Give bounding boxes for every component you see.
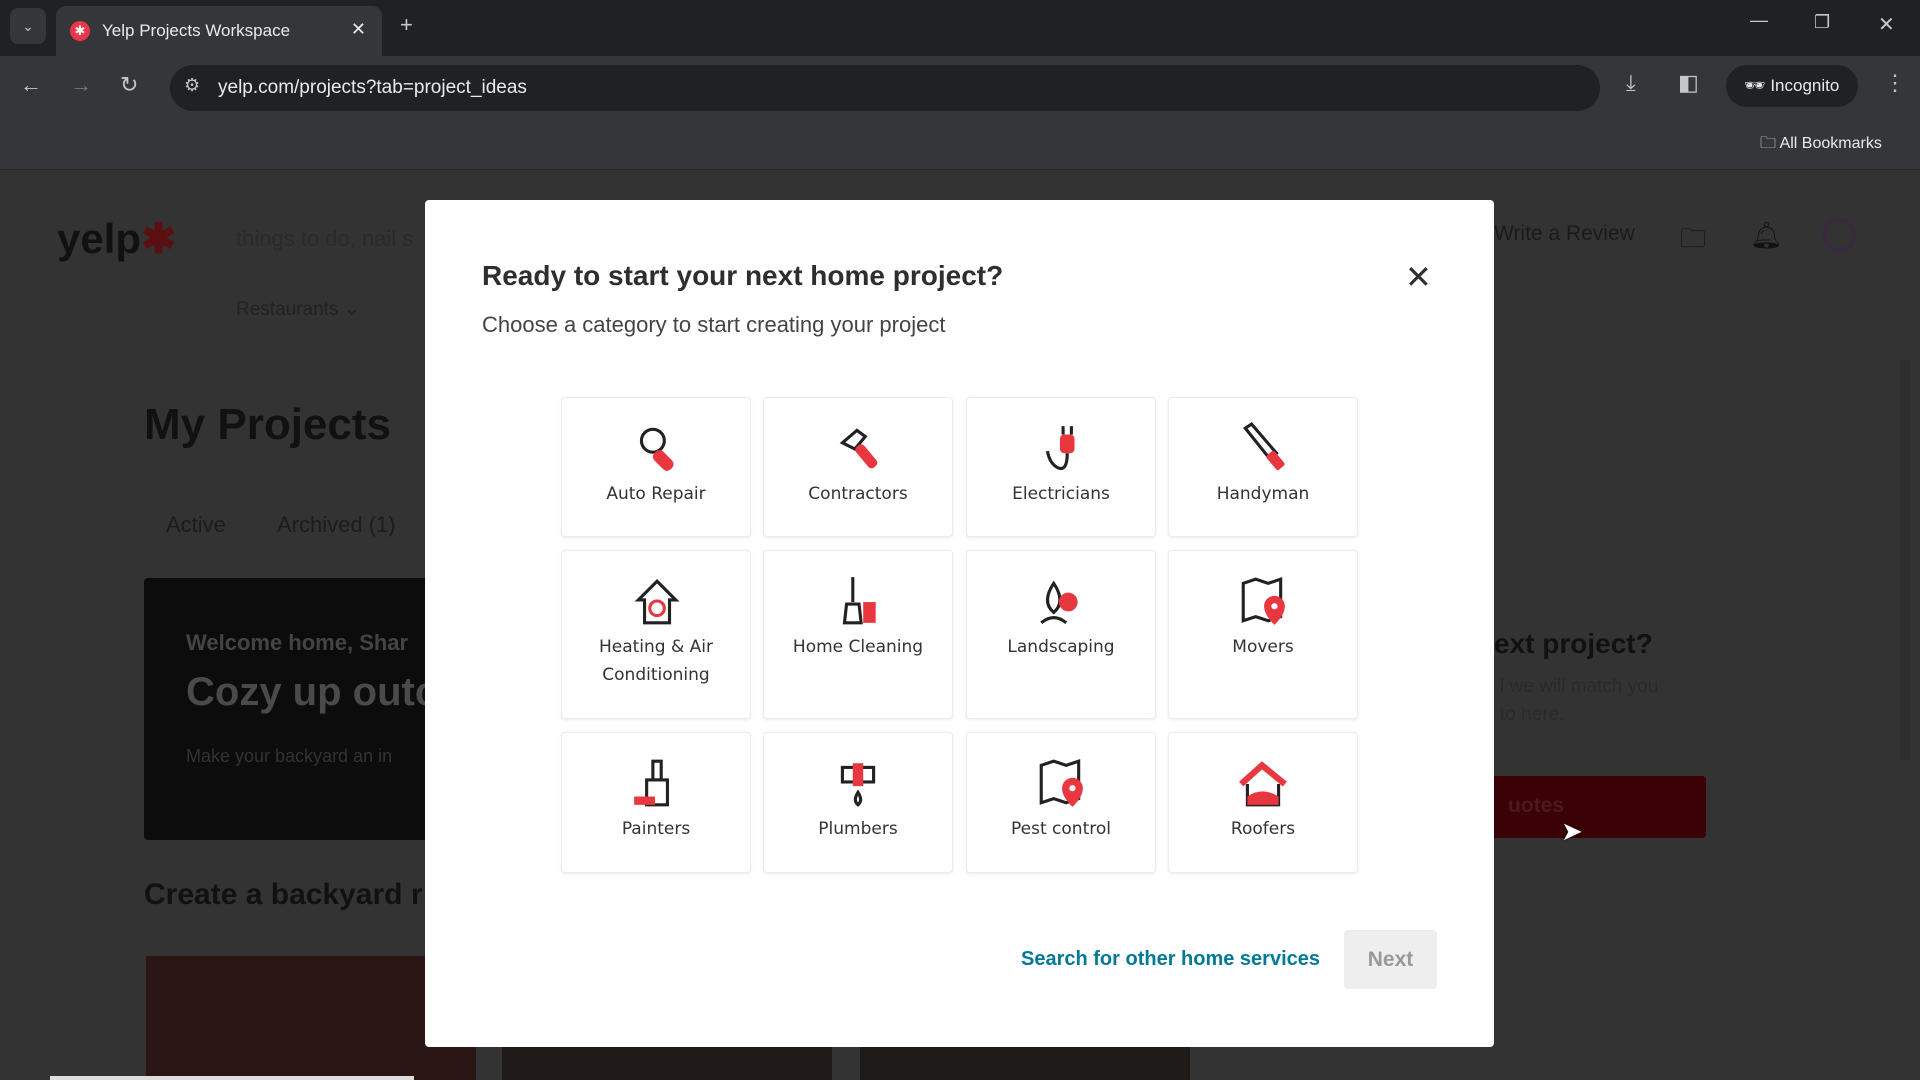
category-label: Heating & Air [598,637,714,657]
side-card-body-2: to here. [1500,704,1565,725]
mouse-cursor: ➤ [1561,816,1583,846]
tab-archived[interactable]: Archived (1) [277,512,396,538]
incognito-icon: 🕶 [1744,76,1771,95]
category-label-line2: Conditioning [602,665,710,685]
get-quotes-button[interactable]: uotes [1480,776,1706,838]
category-label: Pest control [1011,819,1111,839]
yelp-logo[interactable]: yelp✱ [57,214,176,263]
category-card[interactable]: Roofers [1168,732,1358,873]
incognito-label: Incognito [1770,76,1840,95]
category-card[interactable]: Plumbers [763,732,953,873]
close-modal-icon[interactable]: ✕ [1405,258,1432,296]
roof-icon [1239,761,1287,807]
yelp-favicon-icon: ✱ [70,21,90,41]
category-label: Roofers [1230,819,1296,839]
download-icon[interactable]: ⤓ [1626,70,1636,96]
category-card[interactable]: Heating & Air Conditioning [561,550,751,719]
tab-active[interactable]: Active [166,512,226,538]
all-bookmarks-button[interactable]: 🗀 All Bookmarks [1760,132,1882,159]
map-pin-icon [1241,576,1285,625]
search-other-services-link[interactable]: Search for other home services [1021,948,1320,971]
incognito-badge[interactable]: 🕶 Incognito [1726,65,1858,107]
modal-title: Ready to start your next home project? [482,260,1004,291]
horizontal-scrollbar[interactable] [50,1076,414,1080]
restore-button[interactable]: ❐ [1814,12,1830,33]
category-card[interactable]: Home Cleaning [763,550,953,719]
back-icon[interactable]: ← [20,72,42,98]
bell-icon[interactable]: 🔔︎ [1750,220,1783,251]
all-bookmarks-label: All Bookmarks [1779,135,1882,152]
close-tab-icon[interactable]: ✕ [351,19,366,40]
category-card[interactable]: Pest control [966,732,1156,873]
category-label: Painters [621,819,691,839]
page-title: My Projects [144,400,391,449]
category-label: Plumbers [818,819,898,839]
address-bar[interactable]: ⚙ yelp.com/projects?tab=project_ideas [170,65,1600,111]
banner-body: Make your backyard an in [186,746,393,766]
hammer-icon [839,428,878,469]
menu-icon[interactable]: ⋮ [1884,70,1906,96]
site-info-icon[interactable]: ⚙ [184,75,200,96]
tab-title: Yelp Projects Workspace [102,21,291,40]
projects-folder-icon[interactable]: 🗀 [1680,220,1706,264]
side-card-body: l we will match you [1500,676,1659,697]
category-card[interactable]: Movers [1168,550,1358,719]
plug-icon [1045,426,1075,471]
wrench-icon [639,427,674,471]
paintbrush-icon [634,759,669,807]
category-label: Auto Repair [606,484,706,504]
side-panel-icon[interactable]: ◧ [1678,70,1699,96]
forward-icon[interactable]: → [70,72,92,98]
nav-restaurants[interactable]: Restaurants ⌄ [236,298,360,321]
folder-icon: 🗀 [1760,135,1780,152]
modal-subtitle: Choose a category to start creating your… [482,312,946,337]
category-card[interactable]: Contractors [763,397,953,537]
minimize-button[interactable]: — [1750,10,1768,31]
next-button[interactable]: Next [1344,930,1437,989]
category-label: Electricians [1012,484,1110,504]
category-card[interactable]: Landscaping [966,550,1156,719]
category-label: Home Cleaning [792,637,924,657]
tab-strip: ⌄ ✱ Yelp Projects Workspace ✕ + — ❐ ✕ [0,0,1920,56]
broom-icon [842,577,876,625]
house-hvac-icon [634,579,680,625]
tree-icon [1040,580,1078,625]
faucet-icon [840,763,876,807]
side-card-title: ext project? [1494,628,1653,659]
write-review-link[interactable]: Write a Review [1494,222,1635,246]
category-label: Landscaping [1007,637,1115,657]
bookmarks-bar: 🗀 All Bookmarks [0,118,1920,170]
category-card[interactable]: Auto Repair [561,397,751,537]
category-card[interactable]: Handyman [1168,397,1358,537]
search-input[interactable]: things to do, nail s [236,226,413,252]
url-text: yelp.com/projects?tab=project_ideas [218,77,527,98]
avatar[interactable] [1822,218,1856,252]
category-label: Contractors [808,484,908,504]
banner-greeting: Welcome home, Shar [186,630,409,655]
close-window-button[interactable]: ✕ [1878,12,1895,37]
new-tab-button[interactable]: + [400,12,413,38]
category-card[interactable]: Electricians [966,397,1156,537]
scrollbar[interactable] [1900,360,1910,760]
tab-search-button[interactable]: ⌄ [10,8,46,44]
category-label: Movers [1232,637,1294,657]
project-category-modal: Ready to start your next home project? C… [425,200,1494,1047]
category-card[interactable]: Painters [561,732,751,873]
reload-icon[interactable]: ↻ [120,72,138,98]
saw-icon [1243,422,1285,471]
browser-tab[interactable]: ✱ Yelp Projects Workspace ✕ [56,6,382,56]
section-title: Create a backyard r [144,878,423,911]
map-pin-icon [1039,758,1083,807]
welcome-banner: Welcome home, Shar Cozy up outc Make you… [144,578,444,840]
banner-headline: Cozy up outc [186,670,438,714]
category-label: Handyman [1216,484,1310,504]
